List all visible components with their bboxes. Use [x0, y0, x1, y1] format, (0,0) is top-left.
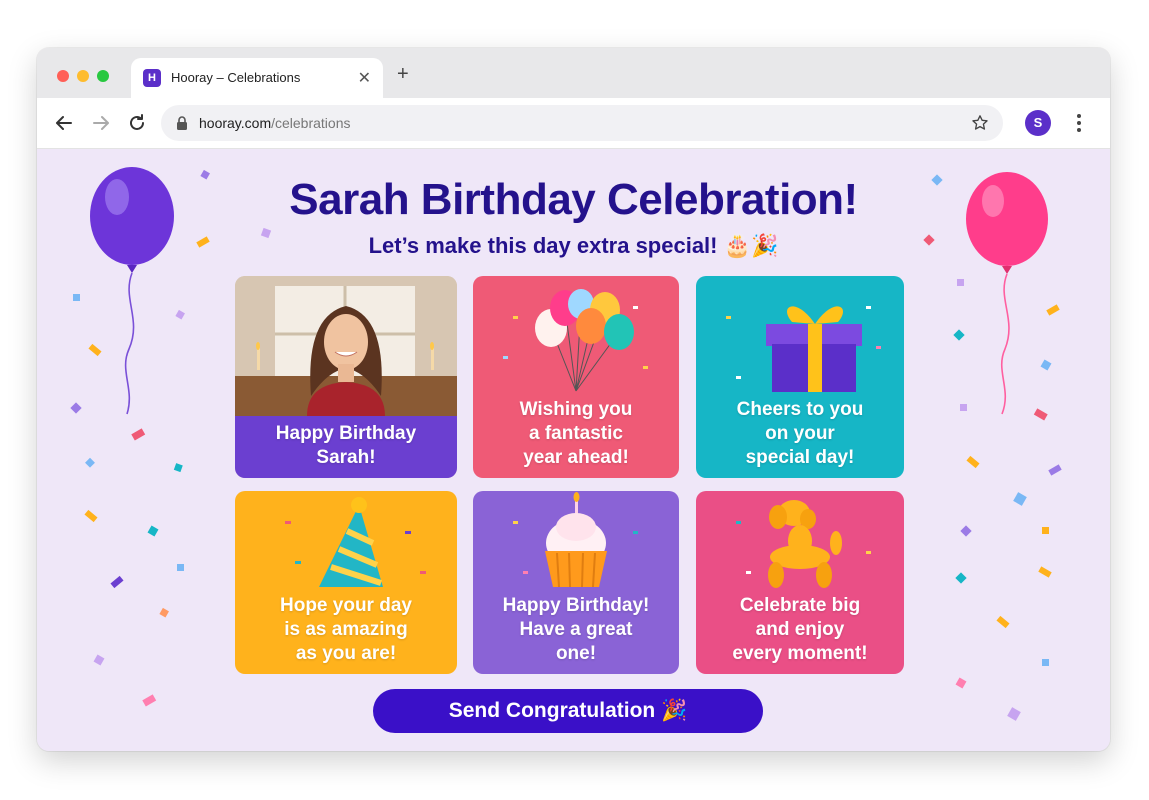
card-wishing-you[interactable]: Wishing you a fantastic year ahead!	[473, 276, 679, 478]
card-6-message: Celebrate big and enjoy every moment!	[696, 594, 904, 666]
card-3-line-2: on your	[765, 423, 835, 444]
send-congratulation-button[interactable]: Send Congratulation 🎉	[373, 689, 763, 733]
card-4-line-1: Hope your day	[280, 595, 412, 616]
tab-title: Hooray – Celebrations	[171, 70, 301, 85]
close-window-button[interactable]	[57, 70, 69, 82]
card-celebrate-big[interactable]: Celebrate big and enjoy every moment!	[696, 491, 904, 674]
hooray-favicon-icon: H	[143, 69, 161, 87]
reload-icon[interactable]	[126, 112, 148, 134]
page-subtitle: Let’s make this day extra special! 🎂🎉	[368, 233, 779, 258]
bookmark-star-icon[interactable]	[971, 114, 989, 132]
balloon-bunch-icon	[503, 289, 648, 392]
browser-window: H Hooray – Celebrations ✕ + hooray.com/c…	[37, 48, 1110, 751]
browser-toolbar: hooray.com/celebrations S	[37, 98, 1110, 149]
gift-box-icon	[726, 306, 881, 392]
more-menu-icon[interactable]	[1075, 113, 1083, 133]
card-2-line-1: Wishing you	[519, 399, 633, 420]
tab-close-icon[interactable]: ✕	[358, 68, 371, 88]
card-6-line-2: and enjoy	[755, 619, 845, 640]
party-hat-icon	[285, 497, 426, 587]
card-3-message: Cheers to you on your special day!	[696, 398, 904, 470]
back-arrow-icon[interactable]	[53, 112, 75, 134]
card-6-line-3: every moment!	[732, 643, 868, 664]
forward-arrow-icon[interactable]	[90, 112, 112, 134]
profile-avatar[interactable]: S	[1025, 110, 1051, 136]
card-1-message: Happy Birthday Sarah!	[235, 422, 457, 470]
tab-hooray[interactable]: H Hooray – Celebrations ✕	[131, 58, 383, 98]
card-2-message: Wishing you a fantastic year ahead!	[473, 398, 679, 470]
card-1-line-1: Happy Birthday	[275, 423, 417, 444]
card-5-line-2: Have a great	[519, 619, 633, 640]
balloon-dog-icon	[736, 500, 871, 588]
portrait-photo	[235, 276, 457, 416]
page-title: Sarah Birthday Celebration!	[289, 175, 858, 224]
url-domain: hooray.com	[199, 115, 272, 131]
card-2-line-3: year ahead!	[523, 447, 629, 468]
card-3-line-3: special day!	[745, 447, 855, 468]
maximize-window-button[interactable]	[97, 70, 109, 82]
card-5-line-1: Happy Birthday!	[502, 595, 650, 616]
card-happy-birthday-have-a-great-one[interactable]: Happy Birthday! Have a great one!	[473, 491, 679, 674]
card-cheers-to-you[interactable]: Cheers to you on your special day!	[696, 276, 904, 478]
url-text: hooray.com/celebrations	[199, 115, 351, 131]
minimize-window-button[interactable]	[77, 70, 89, 82]
card-1-line-2: Sarah!	[316, 447, 376, 468]
card-happy-birthday-sarah[interactable]: Happy Birthday Sarah!	[235, 276, 457, 478]
card-4-line-3: as you are!	[295, 643, 397, 664]
card-4-message: Hope your day is as amazing as you are!	[235, 594, 457, 666]
lock-icon	[177, 116, 187, 130]
address-bar[interactable]: hooray.com/celebrations	[161, 105, 1003, 141]
card-5-message: Happy Birthday! Have a great one!	[473, 594, 679, 666]
tab-bar: H Hooray – Celebrations ✕ +	[37, 48, 1110, 98]
card-6-line-1: Celebrate big	[739, 595, 861, 616]
url-path: /celebrations	[271, 115, 351, 131]
card-hope-your-day[interactable]: Hope your day is as amazing as you are!	[235, 491, 457, 674]
card-2-line-2: a fantastic	[529, 423, 623, 444]
page-content: Sarah Birthday Celebration! Let’s make t…	[37, 149, 1110, 751]
cupcake-icon	[513, 492, 638, 588]
card-3-line-1: Cheers to you	[736, 399, 864, 420]
card-4-line-2: is as amazing	[284, 619, 408, 640]
new-tab-plus-icon[interactable]: +	[397, 64, 409, 84]
card-5-line-3: one!	[555, 643, 597, 664]
